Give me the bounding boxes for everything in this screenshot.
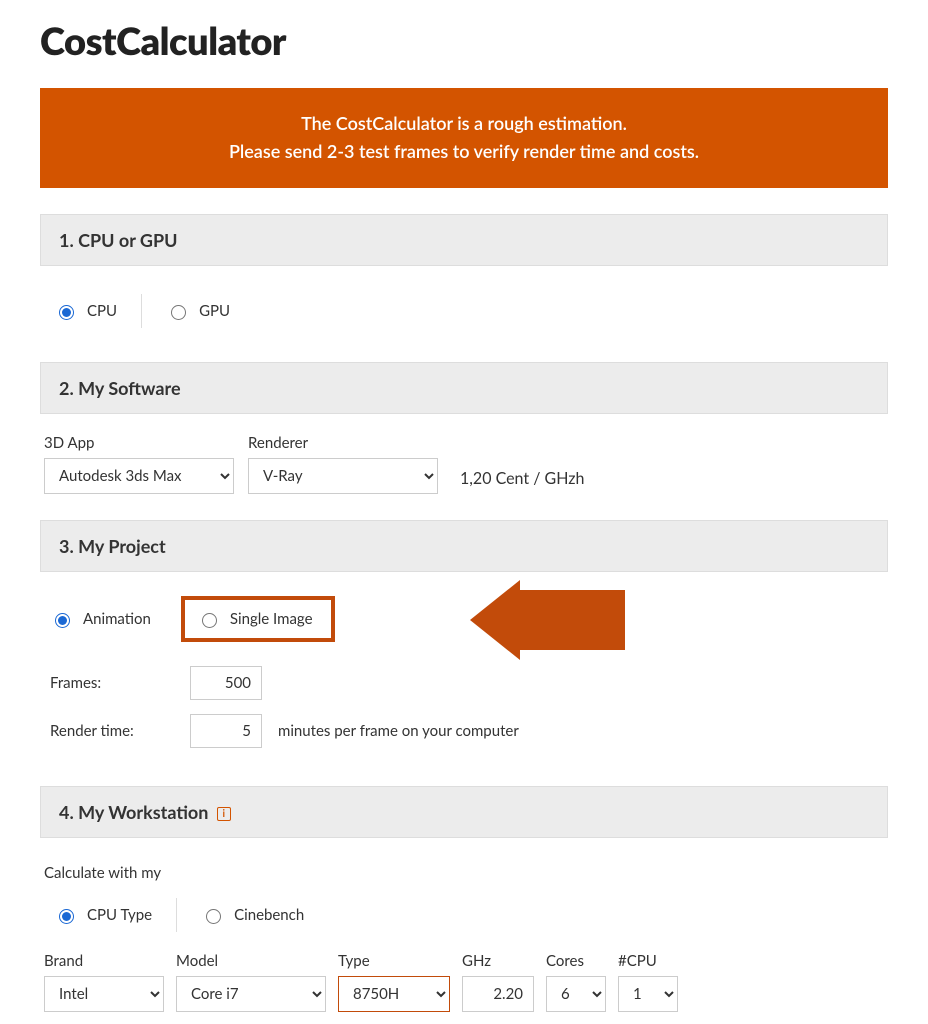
radio-cinebench-label: Cinebench <box>234 906 304 924</box>
model-label: Model <box>176 952 326 970</box>
banner-line-2: Please send 2-3 test frames to verify re… <box>60 138 868 166</box>
cores-label: Cores <box>546 952 606 970</box>
app-select[interactable]: Autodesk 3ds Max <box>44 458 234 494</box>
radio-gpu-label: GPU <box>199 302 230 320</box>
section4-body: Calculate with my CPU Type Cinebench Bra… <box>40 852 888 1024</box>
brand-label: Brand <box>44 952 164 970</box>
radio-single-image[interactable]: Single Image <box>197 610 313 628</box>
radio-gpu-input[interactable] <box>171 305 186 320</box>
radio-cpu[interactable]: CPU <box>54 302 117 320</box>
numcpu-select[interactable]: 1 <box>618 976 678 1012</box>
radio-gpu[interactable]: GPU <box>166 302 230 320</box>
radio-single-image-input[interactable] <box>202 613 217 628</box>
frames-input[interactable] <box>190 666 262 700</box>
divider <box>176 898 177 932</box>
radio-cpu-label: CPU <box>87 302 117 320</box>
radio-cpu-input[interactable] <box>59 305 74 320</box>
arrow-annotation-icon <box>400 580 630 660</box>
page-title: CostCalculator <box>40 18 888 64</box>
radio-cpu-type-input[interactable] <box>59 909 74 924</box>
price-text: 1,20 Cent / GHzh <box>460 469 584 494</box>
renderer-label: Renderer <box>248 434 438 452</box>
calc-with-label: Calculate with my <box>44 864 884 882</box>
radio-cpu-type[interactable]: CPU Type <box>54 906 152 924</box>
radio-single-image-label: Single Image <box>230 610 313 628</box>
notice-banner: The CostCalculator is a rough estimation… <box>40 88 888 188</box>
section2-body: 3D App Autodesk 3ds Max Renderer V-Ray 1… <box>40 428 888 506</box>
render-time-suffix: minutes per frame on your computer <box>278 722 519 740</box>
section1-header: 1. CPU or GPU <box>40 214 888 266</box>
section3-header: 3. My Project <box>40 520 888 572</box>
render-time-label: Render time: <box>50 722 180 740</box>
section4-heading-text: 4. My Workstation <box>59 801 208 823</box>
radio-cinebench-input[interactable] <box>206 909 221 924</box>
frames-label: Frames: <box>50 674 180 692</box>
brand-select[interactable]: Intel <box>44 976 164 1012</box>
section2-header: 2. My Software <box>40 362 888 414</box>
type-label: Type <box>338 952 450 970</box>
renderer-select[interactable]: V-Ray <box>248 458 438 494</box>
info-icon[interactable]: i <box>217 807 231 821</box>
cores-select[interactable]: 6 <box>546 976 606 1012</box>
divider <box>141 294 142 328</box>
model-select[interactable]: Core i7 <box>176 976 326 1012</box>
section3-body: Animation Single Image Frames: Render ti… <box>40 586 888 772</box>
radio-animation-input[interactable] <box>55 613 70 628</box>
section1-body: CPU GPU <box>40 280 888 348</box>
app-label: 3D App <box>44 434 234 452</box>
ghz-input[interactable] <box>462 976 534 1012</box>
banner-line-1: The CostCalculator is a rough estimation… <box>60 110 868 138</box>
section4-header: 4. My Workstation i <box>40 786 888 838</box>
ghz-label: GHz <box>462 952 534 970</box>
type-select[interactable]: 8750H <box>338 976 450 1012</box>
radio-cpu-type-label: CPU Type <box>87 906 152 924</box>
radio-animation[interactable]: Animation <box>50 610 151 628</box>
radio-animation-label: Animation <box>83 610 151 628</box>
numcpu-label: #CPU <box>618 952 678 970</box>
radio-cinebench[interactable]: Cinebench <box>201 906 304 924</box>
single-image-highlight-box: Single Image <box>181 596 335 642</box>
render-time-input[interactable] <box>190 714 262 748</box>
